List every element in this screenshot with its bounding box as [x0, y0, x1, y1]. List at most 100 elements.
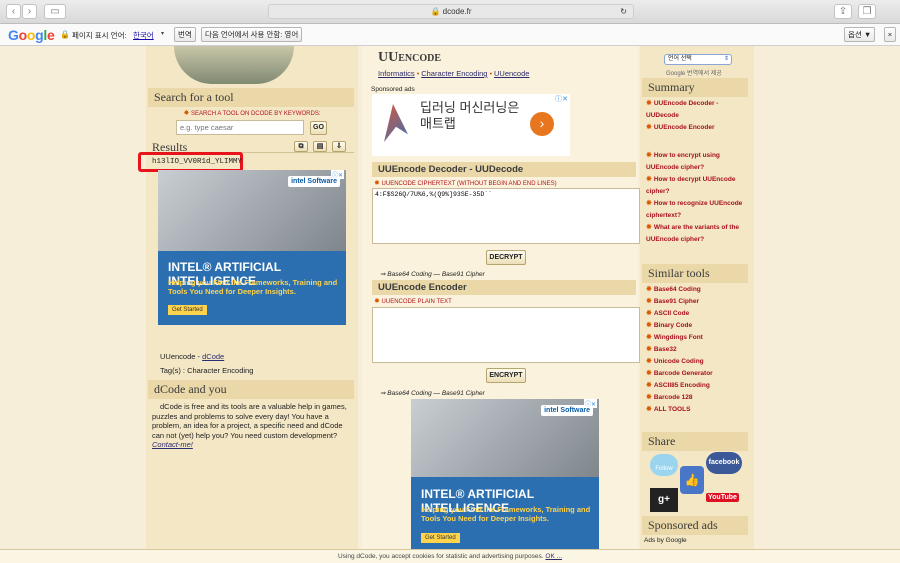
page-title: UUencode: [378, 50, 442, 65]
youtube-icon[interactable]: YouTube: [706, 493, 740, 512]
lock-icon: 🔒: [430, 7, 441, 16]
powered-by: Google 번역에서 제공: [666, 71, 722, 77]
translate-button[interactable]: 번역: [174, 27, 196, 42]
ad-subtitle: Helping you Find the Frameworks, Trainin…: [421, 505, 591, 523]
forward-icon[interactable]: ›: [22, 4, 37, 19]
encoder-title: UUEncode Encoder: [372, 280, 636, 295]
chevron-down-icon[interactable]: ▾: [161, 30, 164, 37]
search-go-button[interactable]: GO: [310, 121, 327, 135]
summary-item[interactable]: ✸ How to encrypt using UUEncode cipher?: [640, 150, 752, 174]
ads-by-google[interactable]: Ads by Google: [644, 537, 687, 544]
plaintext-input[interactable]: [372, 307, 640, 363]
summary-item[interactable]: ✸ How to decrypt UUEncode cipher?: [640, 174, 752, 198]
decoder-label: UUENCODE CIPHERTEXT (WITHOUT BEGIN AND E…: [381, 181, 557, 187]
similar-item[interactable]: ✸ Unicode Coding: [640, 356, 752, 368]
sponsored-title: Sponsored ads: [642, 516, 748, 535]
ciphertext-input[interactable]: 4:F$S26Q/7U%6,%(Q9%]93SE-35D``: [372, 188, 640, 244]
dcode-link[interactable]: dCode: [202, 352, 224, 361]
about-body: dCode is free and its tools are a valuab…: [152, 402, 347, 440]
browser-toolbar: ‹ › ▭ 🔒 dcode.fr ↻ ⇪ ❐: [0, 0, 900, 24]
summary-list: ✸ UUEncode Decoder - UUDecode ✸ UUEncode…: [640, 98, 752, 246]
top-ad-text: 딥러닝 머신러닝은 매트랩: [420, 100, 520, 131]
sponsored-label: Sponsored ads: [371, 86, 415, 93]
decoder-see-also[interactable]: ⇒ Base64 Coding — Base91 Cipher: [380, 270, 485, 278]
facebook-icon[interactable]: facebook: [706, 452, 742, 474]
language-select[interactable]: 한국어: [133, 30, 154, 41]
summary-item[interactable]: ✸ UUEncode Decoder - UUDecode: [640, 98, 752, 122]
encrypt-button[interactable]: ENCRYPT: [486, 368, 526, 383]
translate-bar: Google 🔒 페이지 표시 언어: 한국어 ▾ 번역 다음 언어에서 사용 …: [0, 24, 900, 46]
bullet-icon: ✸: [183, 110, 190, 117]
arrow-right-icon[interactable]: ›: [530, 112, 554, 136]
similar-item[interactable]: ✸ ASCII85 Encoding: [640, 380, 752, 392]
summary-title: Summary: [642, 78, 748, 97]
bullet-icon: ✸: [374, 298, 380, 305]
like-icon[interactable]: 👍: [680, 466, 704, 494]
download-icon[interactable]: ⇩: [332, 141, 346, 152]
about-title: dCode and you: [148, 380, 354, 399]
similar-item[interactable]: ✸ Wingdings Font: [640, 332, 752, 344]
search-label: SEARCH A TOOL ON DCODE BY KEYWORDS:: [191, 111, 321, 117]
similar-item[interactable]: ✸ Base64 Coding: [640, 284, 752, 296]
similar-item[interactable]: ✸ Barcode Generator: [640, 368, 752, 380]
sidebar-icon[interactable]: ▭: [44, 4, 66, 19]
ad-cta-button[interactable]: Get Started: [421, 533, 460, 543]
breadcrumb: Informatics • Character Encoding • UUenc…: [378, 69, 530, 78]
address-bar[interactable]: 🔒 dcode.fr ↻: [268, 4, 634, 19]
matlab-logo: [384, 104, 408, 142]
ad-subtitle: Helping you Find the Frameworks, Trainin…: [168, 278, 338, 296]
print-icon[interactable]: ▤: [313, 141, 327, 152]
chevron-down-icon: ⇕: [723, 56, 729, 62]
top-ad[interactable]: 딥러닝 머신러닝은 매트랩 › ⓘ✕: [372, 94, 570, 156]
bottom-ad-banner[interactable]: intel Software INTEL® ARTIFICIAL INTELLI…: [411, 399, 599, 549]
summary-item[interactable]: ✸ UUEncode Encoder: [640, 122, 752, 134]
tool-label: UUencode -: [160, 352, 203, 361]
breadcrumb-encoding[interactable]: Character Encoding: [421, 69, 487, 78]
translate-language-select[interactable]: 언어 선택 ⇕: [664, 54, 732, 65]
ad-info-icon[interactable]: ⓘ✕: [583, 399, 597, 408]
bullet-icon: ✸: [374, 180, 380, 187]
copy-icon[interactable]: ⧉: [294, 141, 308, 152]
google-plus-icon[interactable]: g+: [650, 488, 678, 512]
similar-item[interactable]: ✸ Base91 Cipher: [640, 296, 752, 308]
cookie-ok-link[interactable]: OK ...: [545, 553, 562, 560]
ad-info-icon[interactable]: ⓘ✕: [330, 170, 344, 179]
breadcrumb-uuencode[interactable]: UUencode: [494, 69, 529, 78]
right-column: 언어 선택 ⇕ Google 번역에서 제공 Summary ✸ UUEncod…: [640, 46, 754, 549]
search-title: Search for a tool: [148, 88, 354, 107]
about-text: dCode is free and its tools are a valuab…: [152, 402, 352, 450]
ad-info-icon[interactable]: ⓘ✕: [555, 94, 568, 104]
encoder-see-also[interactable]: ⇒ Base64 Coding — Base91 Cipher: [380, 389, 485, 397]
contact-link[interactable]: Contact-me!: [152, 440, 193, 449]
similar-item[interactable]: ✸ ALL TOOLS: [640, 404, 752, 416]
never-translate-button[interactable]: 다음 언어에서 사용 안함: 영어: [201, 27, 303, 42]
decrypt-button[interactable]: DECRYPT: [486, 250, 526, 265]
main-column: UUencode Informatics • Character Encodin…: [362, 46, 640, 549]
tabs-icon[interactable]: ❐: [858, 4, 876, 19]
twitter-icon[interactable]: Follow: [650, 454, 678, 476]
left-column: Search for a tool ✸ SEARCH A TOOL ON DCO…: [138, 46, 358, 549]
summary-item[interactable]: ✸ How to recognize UUEncode ciphertext?: [640, 198, 752, 222]
options-button[interactable]: 옵션 ▼: [844, 27, 876, 42]
similar-item[interactable]: ✸ Barcode 128: [640, 392, 752, 404]
similar-item[interactable]: ✸ ASCII Code: [640, 308, 752, 320]
close-icon[interactable]: ×: [884, 27, 896, 42]
similar-item[interactable]: ✸ Base32: [640, 344, 752, 356]
tags: Tag(s) : Character Encoding: [160, 366, 254, 375]
address-text: dcode.fr: [442, 7, 472, 16]
translate-icon: 🔒: [60, 30, 70, 39]
share-icon[interactable]: ⇪: [834, 4, 852, 19]
reload-icon[interactable]: ↻: [620, 5, 627, 18]
similar-item[interactable]: ✸ Binary Code: [640, 320, 752, 332]
left-ad-banner[interactable]: intel Software INTEL® ARTIFICIAL INTELLI…: [158, 170, 346, 325]
breadcrumb-informatics[interactable]: Informatics: [378, 69, 415, 78]
summary-item[interactable]: ✸ What are the variants of the UUEncode …: [640, 222, 752, 246]
similar-title: Similar tools: [642, 264, 748, 283]
decoder-title: UUEncode Decoder - UUDecode: [372, 162, 636, 177]
encoder-label: UUENCODE PLAIN TEXT: [381, 299, 452, 305]
back-icon[interactable]: ‹: [6, 4, 21, 19]
result-value[interactable]: h13lIO_VV0R1d_YLIMMY: [152, 158, 242, 166]
ad-cta-button[interactable]: Get Started: [168, 305, 207, 315]
cookie-banner: Using dCode, you accept cookies for stat…: [0, 549, 900, 563]
search-input[interactable]: [176, 120, 304, 135]
